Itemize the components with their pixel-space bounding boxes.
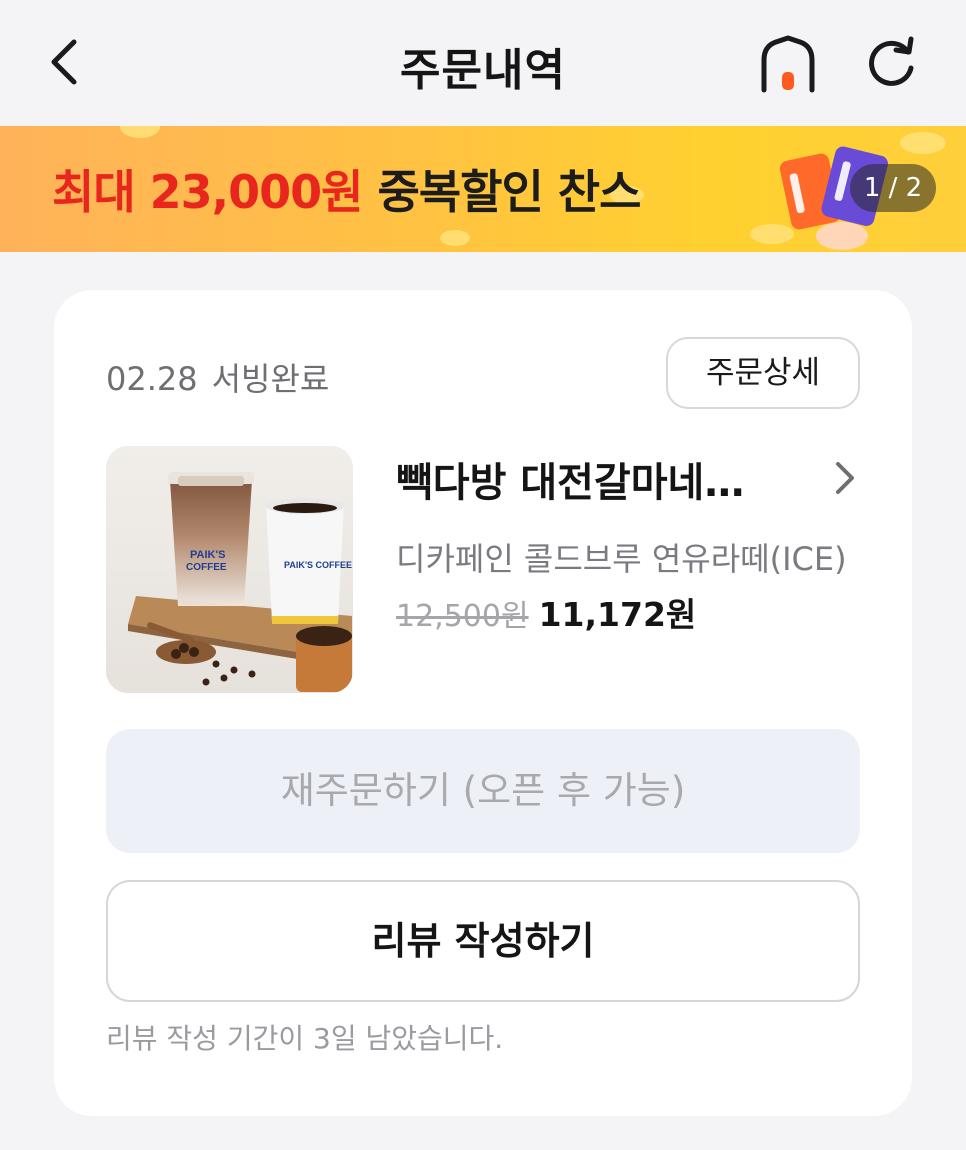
review-period-note: 리뷰 작성 기간이 3일 남았습니다. (106, 1022, 504, 1055)
promo-banner[interactable]: 최대 23,000원 중복할인 찬스 (0, 126, 966, 252)
price-row: 12,500원 11,172원 (396, 588, 696, 636)
svg-text:COFFEE: COFFEE (186, 562, 227, 573)
home-button[interactable] (754, 32, 822, 96)
order-meta: 02.28 서빙완료 (106, 354, 329, 400)
banner-headline: 최대 23,000원 중복할인 찬스 (52, 156, 642, 222)
coin-decoration (120, 126, 160, 138)
banner-text: 중복할인 찬스 (377, 165, 642, 219)
svg-text:PAIK'S COFFEE: PAIK'S COFFEE (284, 560, 352, 570)
write-review-button[interactable]: 리뷰 작성하기 (106, 880, 860, 1002)
order-detail-button[interactable]: 주문상세 (666, 337, 860, 409)
svg-text:PAIK'S: PAIK'S (190, 549, 225, 561)
app-header: 주문내역 (0, 0, 966, 126)
product-image[interactable]: PAIK'S COFFEE PAIK'S COFFEE (106, 446, 353, 693)
refresh-button[interactable] (858, 30, 924, 96)
chevron-right-icon (836, 462, 854, 494)
home-icon (761, 35, 815, 93)
order-card: 02.28 서빙완료 주문상세 PAIK'S COFFEE PAIK'S COF… (54, 290, 912, 1116)
reorder-button[interactable]: 재주문하기 (오픈 후 가능) (106, 729, 860, 853)
banner-page-indicator: 1 / 2 (850, 164, 936, 212)
order-date: 02.28 (106, 360, 198, 398)
menu-name: 디카페인 콜드브루 연유라떼(ICE) (396, 540, 847, 578)
banner-highlight-text: 최대 23,000원 (52, 165, 363, 219)
original-price: 12,500원 (396, 599, 529, 634)
final-price: 11,172원 (538, 595, 697, 634)
order-status: 서빙완료 (211, 360, 330, 398)
store-link-button[interactable] (830, 458, 860, 498)
store-name[interactable]: 빽다방 대전갈마네거리점 (396, 450, 776, 508)
coffee-photo-illustration: PAIK'S COFFEE PAIK'S COFFEE (106, 446, 353, 693)
coin-decoration (440, 230, 470, 246)
refresh-icon (869, 36, 914, 86)
